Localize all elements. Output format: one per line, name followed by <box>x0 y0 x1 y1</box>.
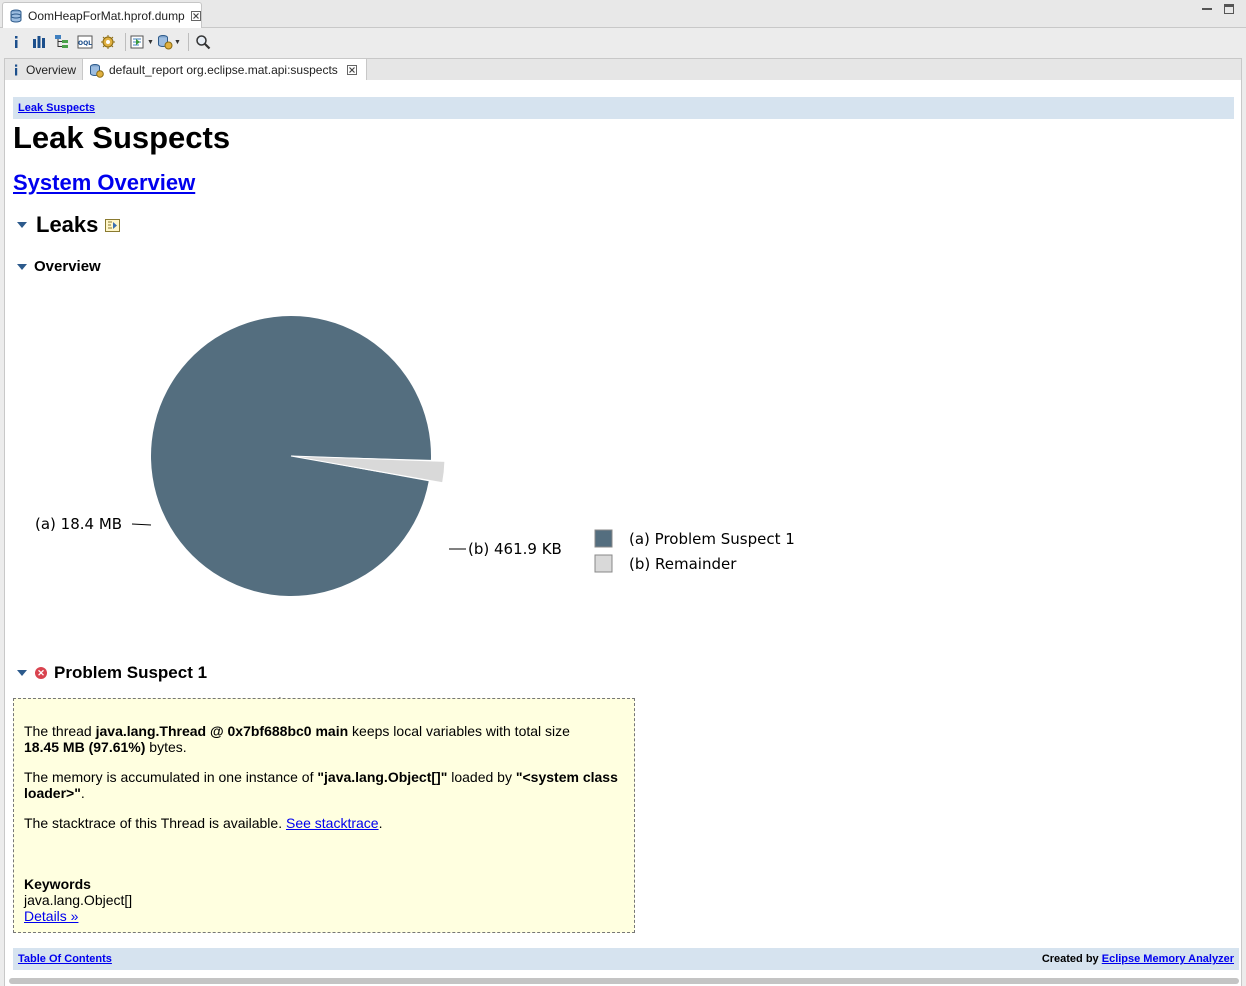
query-browser-icon[interactable]: ▼ <box>157 31 181 53</box>
text: . <box>80 785 85 801</box>
problem-suspect-box: The thread java.lang.Thread @ 0x7bf688bc… <box>13 698 635 933</box>
problem-suspect-heading: Problem Suspect 1 <box>54 663 208 682</box>
text: The memory is accumulated in one instanc… <box>24 769 318 785</box>
toolbar-separator <box>187 33 189 51</box>
created-by: Created by Eclipse Memory Analyzer <box>1042 953 1234 965</box>
breadcrumb-leak-suspects-link[interactable]: Leak Suspects <box>18 102 95 114</box>
info-icon <box>15 64 18 76</box>
close-icon[interactable] <box>346 65 357 75</box>
problem-suspect-header: ✕ Problem Suspect 1 <box>17 663 207 683</box>
tab-default-report[interactable]: default_report org.eclipse.mat.api:suspe… <box>83 59 367 81</box>
window-controls <box>1202 4 1234 14</box>
see-stacktrace-link[interactable]: See stacktrace <box>286 815 379 831</box>
toolbar: OQL ▼ ▼ <box>0 28 1246 56</box>
suspect-stacktrace-paragraph: The stacktrace of this Thread is availab… <box>24 815 624 831</box>
report-footer: Table Of Contents Created by Eclipse Mem… <box>13 948 1239 970</box>
collapse-toggle-icon[interactable] <box>17 670 27 676</box>
editor-tab-label: OomHeapForMat.hprof.dump <box>28 8 185 23</box>
collapse-toggle-icon[interactable] <box>17 263 27 270</box>
callout-line-a <box>131 523 152 526</box>
overview-section-header: Overview <box>17 258 101 275</box>
heap-dump-icon <box>10 9 22 22</box>
toolbar-separator <box>125 33 126 51</box>
keyword-value: java.lang.Object[] <box>24 892 133 908</box>
system-overview-link[interactable]: System Overview <box>13 170 195 196</box>
dominator-tree-icon[interactable] <box>52 31 72 53</box>
collapse-toggle-icon[interactable] <box>17 222 27 228</box>
run-report-icon[interactable]: ▼ <box>130 31 154 53</box>
keywords-title: Keywords <box>24 876 91 892</box>
text: . <box>378 815 383 831</box>
page-title: Leak Suspects <box>13 120 231 155</box>
show-details-icon[interactable] <box>105 218 121 232</box>
legend-swatch <box>594 529 613 548</box>
chevron-down-icon[interactable]: ▼ <box>174 39 181 46</box>
legend-entry: (b) Remainder <box>629 555 737 573</box>
info-icon[interactable] <box>6 31 26 53</box>
overview-heading: Overview <box>34 258 101 275</box>
legend-swatch <box>594 554 613 573</box>
tab-overview-label: Overview <box>26 63 77 77</box>
horizontal-scrollbar[interactable] <box>9 978 1239 984</box>
text: The thread <box>24 723 96 739</box>
suspect-accumulation-paragraph: The memory is accumulated in one instanc… <box>24 769 624 801</box>
tab-default-report-label: default_report org.eclipse.mat.api:suspe… <box>109 63 338 77</box>
text: keeps local variables with total size <box>348 723 570 739</box>
eclipse-memory-analyzer-link[interactable]: Eclipse Memory Analyzer <box>1102 953 1234 965</box>
data-label-b: (b) 461.9 KB <box>468 540 562 558</box>
oql-icon[interactable]: OQL <box>75 31 95 53</box>
editor-tab-heapdump[interactable]: OomHeapForMat.hprof.dump <box>2 2 202 28</box>
report-icon <box>90 63 104 78</box>
table-of-contents-link[interactable]: Table Of Contents <box>18 953 112 965</box>
minimize-icon[interactable] <box>1202 4 1212 14</box>
error-icon: ✕ <box>35 667 47 679</box>
inner-tabbar: Overview default_report org.eclipse.mat.… <box>4 58 1242 81</box>
tab-overview[interactable]: Overview <box>5 59 83 81</box>
thread-overview-icon[interactable] <box>98 31 118 53</box>
text: loaded by <box>447 769 516 785</box>
details-link[interactable]: Details » <box>24 908 78 924</box>
maximize-icon[interactable] <box>1224 4 1234 14</box>
app-window: OomHeapForMat.hprof.dump OQL ▼ ▼ Overvie… <box>0 0 1246 986</box>
leaks-section-header: Leaks <box>17 212 121 238</box>
search-icon[interactable] <box>193 31 213 53</box>
breadcrumb: Leak Suspects <box>13 97 1234 119</box>
thread-name: java.lang.Thread @ 0x7bf688bc0 main <box>95 723 349 739</box>
data-label-a: (a) 18.4 MB <box>35 515 122 533</box>
created-by-label: Created by <box>1041 953 1102 965</box>
leak-suspects-pie-chart: (a) 18.4 MB (b) 461.9 KB (a) Problem Suspe… <box>35 316 795 713</box>
accumulator-class: "java.lang.Object[]" <box>317 769 448 785</box>
retained-size: 18.45 MB (97.61%) <box>24 739 146 755</box>
leaks-heading: Leaks <box>36 212 99 237</box>
suspect-thread-paragraph: The thread java.lang.Thread @ 0x7bf688bc… <box>24 723 624 755</box>
histogram-icon[interactable] <box>29 31 49 53</box>
text: The stacktrace of this Thread is availab… <box>24 815 286 831</box>
editor-tabbar: OomHeapForMat.hprof.dump <box>0 0 1246 28</box>
report-content: Leak Suspects Leak Suspects System Overv… <box>4 80 1242 986</box>
close-icon[interactable] <box>190 10 201 21</box>
text: bytes. <box>145 739 187 755</box>
svg-text:OQL: OQL <box>78 40 92 47</box>
legend-entry: (a) Problem Suspect 1 <box>629 530 795 548</box>
chevron-down-icon[interactable]: ▼ <box>147 39 154 46</box>
